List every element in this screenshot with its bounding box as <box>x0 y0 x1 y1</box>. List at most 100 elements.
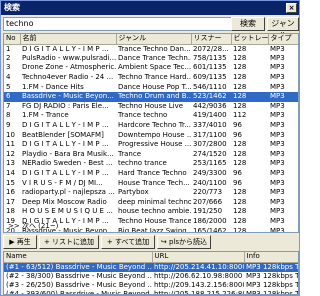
table-cell: Techno4ever Radio - 24 ... <box>22 73 114 82</box>
next-page-link[interactable]: >> 次へ (21~) <box>8 221 58 231</box>
table-cell: MP3 <box>270 149 285 158</box>
results-table[interactable]: No名前ジャンルリスナービットレートタイプ 1 D I G I T A L L Y… <box>3 33 299 233</box>
search-input[interactable]: techno <box>3 17 250 31</box>
table-cell: MP3 <box>270 159 285 168</box>
table-row[interactable]: 4 Techno4ever Radio - 24 ... Techno Trance… <box>4 73 298 83</box>
table-cell: MP3 <box>270 73 285 82</box>
table-cell: Bassdrive - Music Beyon... <box>20 91 116 102</box>
table-row[interactable]: 7 FG DJ RADIO : Paris Ele... Techno House … <box>4 102 298 112</box>
table-cell: 758/1135 <box>193 53 227 62</box>
table-row[interactable]: 13 NERadio Sweden - Best ... techno trance… <box>4 159 298 169</box>
window-title: 検索 <box>4 3 20 12</box>
table-cell: 274/1520 <box>193 149 227 158</box>
table-cell: Playdio - Bara Bra Musik... <box>22 149 114 158</box>
table-cell: Downtempo House ... <box>118 130 191 139</box>
table-row[interactable]: 1 D I G I T A L L Y - I M P ... Trance Tec… <box>4 44 298 54</box>
table-cell: 11 <box>6 140 15 149</box>
list-item[interactable]: (#4 - 393/600) Bassdrive - Music Beyond … <box>4 289 298 295</box>
table-cell: 165/1462 <box>193 226 227 233</box>
table-cell: 128 <box>233 53 247 62</box>
column-header[interactable]: No <box>4 34 21 45</box>
table-cell: 1 <box>6 44 11 53</box>
list-item[interactable]: (#3 - 26/250) Bassdrive - Music Beyond .… <box>4 281 298 290</box>
column-header[interactable]: ビットレート <box>231 34 269 45</box>
list-cell: MP3 128kbps Techn... <box>246 271 298 280</box>
title-bar: 検索 × <box>1 1 299 15</box>
table-row[interactable]: 12 Playdio - Bara Bra Musik... Trance 274/1… <box>4 150 298 160</box>
table-cell: House Trance Tech... <box>118 178 190 187</box>
table-cell: Deep Mix Moscow Radio <box>22 197 107 206</box>
table-cell: PulsRadio - www.pulsradi... <box>22 53 116 62</box>
table-row[interactable]: 16 radioparty.pl - najlepsza ... Partybox 2… <box>4 188 298 198</box>
table-cell: 240/1100 <box>193 178 227 187</box>
table-cell: MP3 <box>270 111 285 120</box>
table-cell: Hard Trance Techno <box>118 169 187 178</box>
table-cell: 128 <box>233 44 247 53</box>
table-cell: MP3 <box>270 82 285 91</box>
table-row[interactable]: 8 1.FM - Trance Trance techno 419/1400 112 MP… <box>4 111 298 121</box>
add-to-list-button[interactable]: + リストに追加 <box>39 235 99 249</box>
column-header[interactable]: 名前 <box>20 34 117 45</box>
column-header[interactable]: ジャンル <box>116 34 192 45</box>
table-cell: 96 <box>233 178 242 187</box>
search-button[interactable]: 検索 <box>231 17 265 31</box>
table-cell: 546/1110 <box>193 82 227 91</box>
list-cell: (#1 - 63/512) Bassdrive - Music Beyond .… <box>4 262 152 272</box>
table-cell: 128 <box>233 159 247 168</box>
table-cell: Trance Techno Dan... <box>118 44 191 53</box>
table-cell: 128 <box>233 73 247 82</box>
playlist-table[interactable]: Name URL Info (#1 - 63/512) Bassdrive - Mu… <box>3 251 299 295</box>
list-column-header[interactable]: URL <box>152 252 245 263</box>
table-cell: 10 <box>6 130 15 139</box>
table-cell: MP3 <box>270 130 285 139</box>
table-row[interactable]: 17 Deep Mix Moscow Radio deep minimal tech… <box>4 198 298 208</box>
table-row[interactable]: 14 D I G I T A L L Y - I M P ... Hard Tran… <box>4 169 298 179</box>
table-row[interactable]: 9 D I G I T A L L Y - I M P ... Hardcore T… <box>4 121 298 131</box>
table-row[interactable]: 6 Bassdrive - Music Beyon... Techno Drum a… <box>4 91 298 102</box>
load-pls-button[interactable]: ↪ plsから読込 <box>157 235 211 249</box>
table-cell: MP3 <box>268 91 298 102</box>
table-cell: 1.FM - Trance <box>22 111 69 120</box>
table-cell: 17 <box>6 197 15 206</box>
table-cell: V I R U S - F M / DJ MI... <box>22 178 103 187</box>
table-cell: Big Beat Jazz Swing... <box>118 226 191 233</box>
table-row[interactable]: 3 Drone Zone - Atmospheric... Ambient Spac… <box>4 63 298 73</box>
table-row[interactable]: 10 BeatBlender [SOMAFM] Downtempo House ..… <box>4 130 298 140</box>
table-cell: 128 <box>233 149 247 158</box>
list-cell: (#2 - 38/300) Bassdrive - Music Beyond .… <box>6 271 152 280</box>
table-row[interactable]: 15 V I R U S - F M / DJ MI... House Trance… <box>4 178 298 188</box>
table-cell: 128 <box>233 188 247 197</box>
table-row[interactable]: 2 PulsRadio - www.pulsradi... Dance Trance… <box>4 54 298 64</box>
table-cell: D I G I T A L L Y - I M P ... <box>22 121 109 130</box>
list-cell: MP3 128kbps Techn... <box>246 289 298 295</box>
table-row[interactable]: 5 1.FM - Dance Hits Dance House Pop T... 54… <box>4 82 298 92</box>
table-cell: Partybox <box>118 188 149 197</box>
list-cell: (#4 - 393/600) Bassdrive - Music Beyond … <box>6 289 152 295</box>
list-cell: http://205.214.41.10:8000 <box>152 262 244 272</box>
table-cell: Progressive House ... <box>118 140 191 149</box>
play-button[interactable]: ▶ 再生 <box>3 235 37 249</box>
table-cell: 4 <box>6 73 11 82</box>
table-cell: 96 <box>233 169 242 178</box>
list-column-header[interactable]: Info <box>244 252 298 263</box>
table-cell: techno trance <box>118 159 167 168</box>
table-cell: 12 <box>6 149 15 158</box>
column-header[interactable]: リスナー <box>191 34 232 45</box>
table-cell: Dance House Pop T... <box>118 82 191 91</box>
table-cell: D I G I T A L L Y - I M P ... <box>22 169 109 178</box>
list-item[interactable]: (#1 - 63/512) Bassdrive - Music Beyond .… <box>4 262 298 272</box>
table-cell: MP3 <box>270 216 285 225</box>
table-cell: 191/250 <box>193 207 223 216</box>
list-column-header[interactable]: Name <box>4 252 153 263</box>
table-cell: D I G I T A L L Y - I M P ... <box>22 44 109 53</box>
table-cell: 5 <box>6 82 11 91</box>
table-cell: 16 <box>6 188 15 197</box>
add-all-button[interactable]: + すべて追加 <box>101 235 155 249</box>
list-item[interactable]: (#2 - 38/300) Bassdrive - Music Beyond .… <box>4 272 298 281</box>
genre-button[interactable]: ジャンル <box>267 17 299 40</box>
table-row[interactable]: 18 H O U S E M U S I Q U E ... house techn… <box>4 207 298 217</box>
close-icon[interactable]: × <box>286 3 297 13</box>
column-header[interactable]: タイプ <box>268 34 298 45</box>
table-cell: NERadio Sweden - Best ... <box>22 159 113 168</box>
table-row[interactable]: 11 D I G I T A L L Y - I M P ... Progressi… <box>4 140 298 150</box>
